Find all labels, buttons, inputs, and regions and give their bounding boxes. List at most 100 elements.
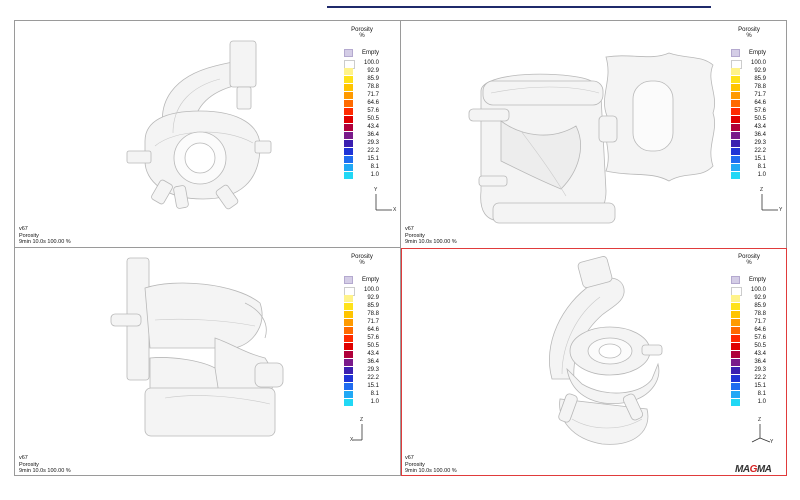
- legend-swatch: [731, 156, 740, 163]
- legend-swatch: [344, 156, 353, 163]
- legend-swatch: [731, 164, 740, 171]
- legend-value: 92.9: [754, 295, 766, 301]
- legend-unit: %: [359, 260, 365, 266]
- legend-swatch: [731, 132, 740, 139]
- legend-value: 100.0: [750, 60, 766, 66]
- axis-triad-icon: [353, 424, 363, 441]
- legend-swatch: [731, 391, 740, 398]
- axis-label-horizontal: X: [350, 437, 354, 443]
- legend-value: 8.1: [370, 391, 379, 397]
- legend-value: 1.0: [757, 172, 766, 178]
- legend-value: 1.0: [370, 399, 379, 405]
- axis-triad-top-right: Z Y: [756, 187, 784, 216]
- legend-value: 78.8: [754, 311, 766, 317]
- legend-value: 43.4: [754, 124, 766, 130]
- legend-swatch: [731, 148, 740, 155]
- legend-value: 36.4: [367, 359, 379, 365]
- legend-value: 36.4: [754, 132, 766, 138]
- legend-value: 36.4: [754, 359, 766, 365]
- legend-swatch: [731, 295, 740, 302]
- legend-value: 29.3: [367, 140, 379, 146]
- axis-label-vertical: Y: [374, 187, 378, 193]
- legend-swatch: [731, 84, 740, 91]
- legend-swatch: [344, 172, 353, 179]
- legend-swatch: [731, 319, 740, 326]
- info-time: 9min 10.0s 100.00 %: [405, 239, 457, 245]
- legend-swatch: [344, 68, 353, 75]
- casting-part-side-view: [468, 52, 715, 224]
- legend-swatch: [344, 164, 353, 171]
- viewport-info-top-left: v67 Porosity 9min 10.0s 100.00 %: [19, 226, 71, 246]
- legend-swatch: [344, 375, 353, 382]
- legend-value: 57.6: [367, 108, 379, 114]
- axis-triad-top-left: Y X: [370, 187, 398, 216]
- legend-swatch: [344, 327, 353, 334]
- legend-value: 43.4: [367, 124, 379, 130]
- legend-swatch: [731, 108, 740, 115]
- legend-swatch: [344, 100, 353, 107]
- legend-value: 64.6: [367, 327, 379, 333]
- legend-value: 78.8: [367, 84, 379, 90]
- magma-logo: MAGMA: [735, 464, 772, 475]
- legend-swatch: [731, 383, 740, 390]
- legend-swatch: [344, 148, 353, 155]
- legend-swatch: [731, 124, 740, 131]
- legend-swatch: [344, 92, 353, 99]
- viewport-top-right[interactable]: [401, 21, 787, 247]
- legend-swatch: [731, 100, 740, 107]
- viewport-bottom-right-active[interactable]: [401, 248, 787, 476]
- legend-value: 71.7: [367, 319, 379, 325]
- viewport-info-bottom-right: v67 Porosity 9min 10.0s 100.00 %: [405, 455, 457, 475]
- legend-swatch: [731, 375, 740, 382]
- legend-value: 64.6: [367, 100, 379, 106]
- legend-value: 57.6: [754, 335, 766, 341]
- legend-value: 57.6: [754, 108, 766, 114]
- legend-empty-swatch: [344, 49, 353, 57]
- info-time: 9min 10.0s 100.00 %: [19, 239, 71, 245]
- legend-swatch: [344, 295, 353, 302]
- legend-value: 78.8: [754, 84, 766, 90]
- legend-value: 15.1: [754, 383, 766, 389]
- legend-swatch: [731, 68, 740, 75]
- legend-swatch: [344, 391, 353, 398]
- axis-label-vertical: Z: [360, 417, 364, 423]
- legend-swatch: [731, 92, 740, 99]
- viewport-top-left[interactable]: [15, 21, 400, 247]
- axis-label-horizontal: X: [393, 207, 397, 213]
- legend-value: 29.3: [754, 367, 766, 373]
- viewport-bottom-left[interactable]: [15, 248, 400, 476]
- legend-swatch: [344, 116, 353, 123]
- legend-swatch: [344, 84, 353, 91]
- viewport-info-bottom-left: v67 Porosity 9min 10.0s 100.00 %: [19, 455, 71, 475]
- legend-swatch: [344, 132, 353, 139]
- legend-unit: %: [746, 260, 752, 266]
- legend-empty-label: Empty: [361, 50, 379, 56]
- legend-value: 22.2: [367, 148, 379, 154]
- legend-swatch: [344, 108, 353, 115]
- legend-value: 22.2: [754, 375, 766, 381]
- legend-swatch: [731, 327, 740, 334]
- legend-swatch: [344, 76, 353, 83]
- legend-swatch: [344, 140, 353, 147]
- legend-empty-label: Empty: [361, 277, 379, 283]
- legend-value: 50.5: [754, 343, 766, 349]
- legend-value: 8.1: [757, 391, 766, 397]
- legend-swatch: [731, 367, 740, 374]
- legend-value: 50.5: [367, 343, 379, 349]
- legend-value: 15.1: [367, 383, 379, 389]
- legend-value: 78.8: [367, 311, 379, 317]
- legend-value: 43.4: [367, 351, 379, 357]
- legend-swatch: [731, 116, 740, 123]
- legend-value: 92.9: [367, 68, 379, 74]
- legend-swatch: [344, 383, 353, 390]
- legend-swatch: [344, 359, 353, 366]
- viewport-info-top-right: v67 Porosity 9min 10.0s 100.00 %: [405, 226, 457, 246]
- legend-swatch: [344, 367, 353, 374]
- axis-label-vertical: Z: [758, 417, 762, 423]
- legend-value: 57.6: [367, 335, 379, 341]
- legend-value: 71.7: [754, 319, 766, 325]
- legend-swatch: [731, 359, 740, 366]
- legend-value: 29.3: [754, 140, 766, 146]
- legend-value: 85.9: [367, 303, 379, 309]
- axis-triad-bottom-left: Z X: [350, 417, 378, 446]
